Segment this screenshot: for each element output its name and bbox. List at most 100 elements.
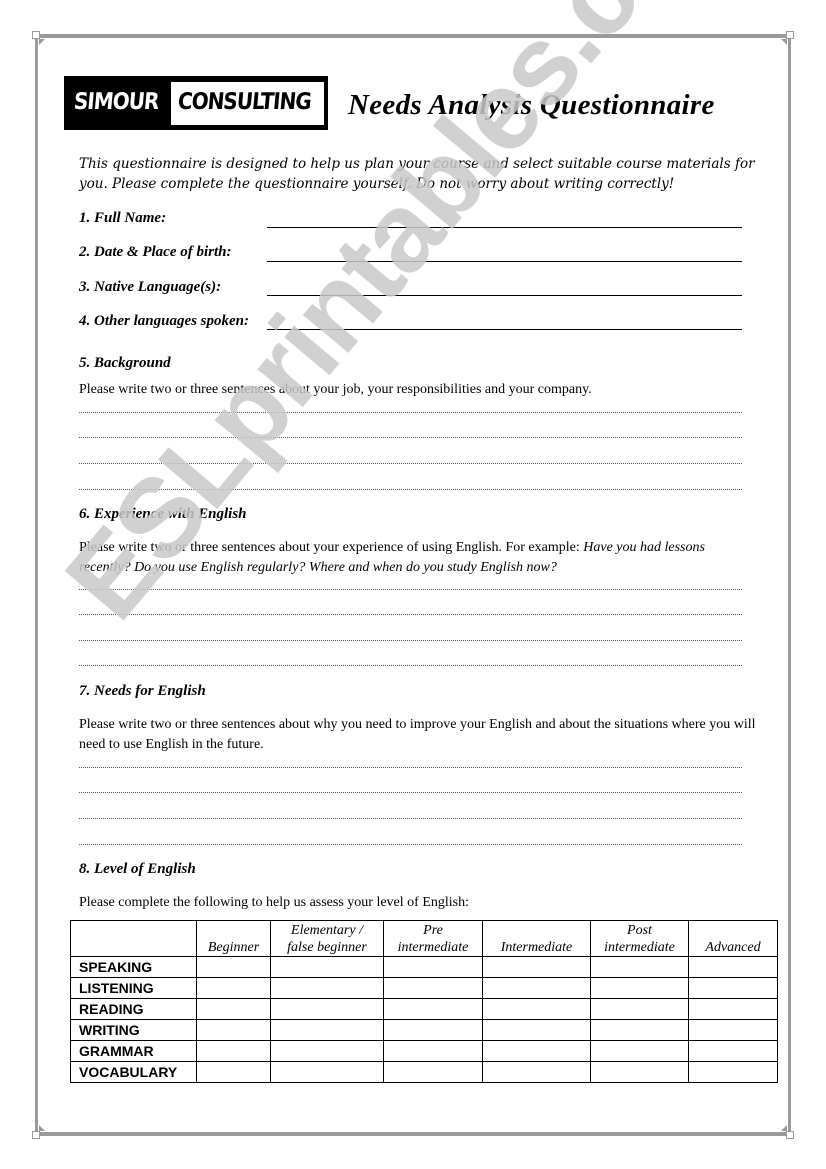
frame-corner-top-right [786,31,794,39]
header-line1: Elementary / [291,923,363,938]
level-checkbox-cell[interactable] [270,998,384,1020]
level-checkbox-cell[interactable] [196,977,271,999]
level-checkbox-cell[interactable] [482,1061,591,1083]
field-label-full-name: 1. Full Name: [79,210,167,226]
answer-line-background-4[interactable] [79,489,742,490]
header-line1: Pre [423,923,443,938]
frame-ornament [781,1125,787,1131]
company-logo: SIMOUR CONSULTING [64,76,328,130]
frame-corner-bottom-left [32,1131,40,1139]
answer-line-needs-2[interactable] [79,792,742,793]
skill-label: VOCABULARY [70,1061,197,1083]
column-header-beginner: Beginner [196,920,271,957]
section-heading-experience: 6. Experience with English [79,506,247,522]
section-heading-background: 5. Background [79,355,171,371]
level-checkbox-cell[interactable] [590,1019,689,1041]
answer-line-background-3[interactable] [79,463,742,464]
column-header-elementary: Elementary / false beginner [270,920,384,957]
column-header-post-intermediate: Post intermediate [590,920,689,957]
logo-text-consulting: CONSULTING [176,87,312,115]
level-checkbox-cell[interactable] [196,1061,271,1083]
level-checkbox-cell[interactable] [383,1061,483,1083]
full-name-input[interactable] [267,227,742,228]
level-checkbox-cell[interactable] [383,977,483,999]
column-header-skill [70,920,197,957]
level-checkbox-cell[interactable] [383,1019,483,1041]
level-checkbox-cell[interactable] [383,1040,483,1062]
header-line2: intermediate [397,940,469,955]
level-checkbox-cell[interactable] [270,1061,384,1083]
level-checkbox-cell[interactable] [590,1061,689,1083]
level-checkbox-cell[interactable] [688,1061,778,1083]
header-line2: Advanced [705,940,761,955]
other-languages-input[interactable] [267,329,742,330]
answer-line-experience-2[interactable] [79,614,742,615]
answer-line-experience-1[interactable] [79,589,742,590]
skill-label: READING [70,998,197,1020]
answer-line-experience-3[interactable] [79,640,742,641]
level-checkbox-cell[interactable] [590,1040,689,1062]
section-heading-level: 8. Level of English [79,861,196,877]
column-header-advanced: Advanced [688,920,778,957]
level-checkbox-cell[interactable] [196,998,271,1020]
level-checkbox-cell[interactable] [270,977,384,999]
answer-line-needs-4[interactable] [79,844,742,845]
level-checkbox-cell[interactable] [688,956,778,978]
frame-ornament [39,1125,45,1131]
level-checkbox-cell[interactable] [590,998,689,1020]
level-of-english-table: Beginner Elementary / false beginner Pre i… [70,920,778,1083]
answer-line-needs-1[interactable] [79,767,742,768]
section-prompt-level: Please complete the following to help us… [79,893,759,913]
level-checkbox-cell[interactable] [196,1040,271,1062]
table-row: LISTENING [70,977,778,999]
skill-label: WRITING [70,1019,197,1041]
field-label-native-language: 3. Native Language(s): [79,279,222,295]
table-row: READING [70,998,778,1020]
skill-label: SPEAKING [70,956,197,978]
level-checkbox-cell[interactable] [196,956,271,978]
level-checkbox-cell[interactable] [688,977,778,999]
level-checkbox-cell[interactable] [590,956,689,978]
level-checkbox-cell[interactable] [196,1019,271,1041]
table-row: SPEAKING [70,956,778,978]
header-line2: false beginner [287,940,367,955]
level-checkbox-cell[interactable] [482,1040,591,1062]
level-checkbox-cell[interactable] [482,1019,591,1041]
date-place-birth-input[interactable] [267,261,742,262]
section-prompt-needs: Please write two or three sentences abou… [79,715,759,755]
header-line1: Post [627,923,652,938]
answer-line-background-2[interactable] [79,437,742,438]
level-checkbox-cell[interactable] [688,1040,778,1062]
level-checkbox-cell[interactable] [688,1019,778,1041]
skill-label: LISTENING [70,977,197,999]
frame-ornament [39,39,45,45]
answer-line-background-1[interactable] [79,412,742,413]
level-checkbox-cell[interactable] [482,998,591,1020]
table-row: WRITING [70,1019,778,1041]
frame-corner-bottom-right [786,1131,794,1139]
level-checkbox-cell[interactable] [590,977,689,999]
header-line2: Beginner [207,940,260,955]
column-header-intermediate: Intermediate [482,920,591,957]
level-checkbox-cell[interactable] [270,1019,384,1041]
prompt-text: Please write two or three sentences abou… [79,717,756,752]
level-checkbox-cell[interactable] [482,977,591,999]
answer-line-needs-3[interactable] [79,818,742,819]
native-language-input[interactable] [267,295,742,296]
table-row: VOCABULARY [70,1061,778,1083]
prompt-text: Please complete the following to help us… [79,895,469,910]
answer-line-experience-4[interactable] [79,665,742,666]
logo-white-box: CONSULTING [171,82,324,125]
level-checkbox-cell[interactable] [383,956,483,978]
prompt-text: Please write two or three sentences abou… [79,540,584,555]
level-checkbox-cell[interactable] [270,956,384,978]
level-checkbox-cell[interactable] [383,998,483,1020]
frame-corner-top-left [32,31,40,39]
header-line2: intermediate [604,940,675,955]
section-prompt-experience: Please write two or three sentences abou… [79,538,759,578]
header-line2: Intermediate [500,940,573,955]
level-checkbox-cell[interactable] [482,956,591,978]
level-checkbox-cell[interactable] [270,1040,384,1062]
level-checkbox-cell[interactable] [688,998,778,1020]
section-heading-needs: 7. Needs for English [79,683,206,699]
